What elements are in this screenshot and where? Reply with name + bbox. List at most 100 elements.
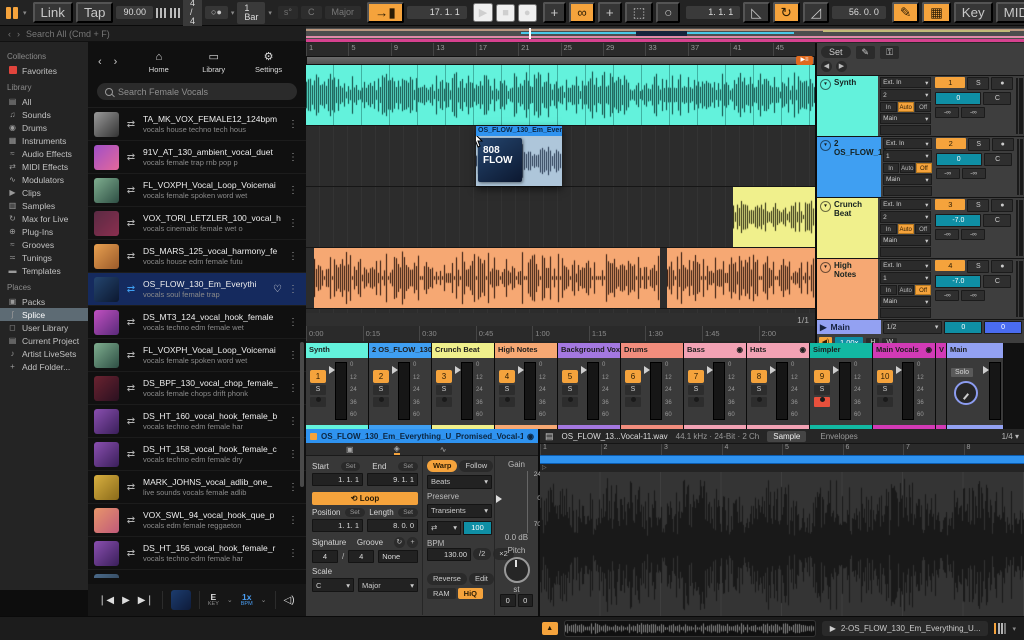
stop-button[interactable]: ■ (496, 4, 515, 22)
volume-icon[interactable]: ◁) (284, 595, 295, 606)
follow-button-clip[interactable]: Follow (459, 460, 493, 472)
splice-tab-settings[interactable]: ⚙Settings (241, 50, 296, 74)
sidebar-places-item[interactable]: ▣ Packs (7, 295, 88, 308)
pitch-fine-value[interactable]: 0 (518, 594, 534, 607)
sample-waveform[interactable] (540, 472, 1024, 618)
output-select[interactable]: Main▾ (880, 113, 931, 124)
sample-loop-brace[interactable] (540, 455, 1024, 464)
set-end-button[interactable]: Set (398, 462, 418, 471)
tab-envelopes[interactable]: Envelopes (814, 431, 863, 442)
warp-mode-select[interactable]: Beats▾ (427, 475, 492, 489)
monitor-in[interactable]: In (880, 224, 896, 234)
track-solo-button[interactable]: S (967, 77, 989, 90)
track-fold-icon[interactable]: ▾ (820, 262, 831, 273)
track-fold-icon[interactable]: ▾ (820, 79, 831, 90)
input-type-select[interactable]: Ext. In▾ (880, 260, 931, 271)
sidebar-library-item[interactable]: ▤ All (7, 95, 88, 108)
splice-tab-library[interactable]: ▭Library (186, 50, 241, 74)
sidebar-library-item[interactable]: ▬ Templates (7, 264, 88, 277)
capture-selection-icon[interactable]: ⬚ (625, 2, 654, 23)
strip-arm-button[interactable] (499, 397, 515, 407)
mixer-strip-name[interactable]: Background Vox (561, 345, 620, 358)
send-b-value[interactable]: -∞ (961, 107, 985, 118)
sample-preview-icon[interactable]: ⇄ (125, 482, 137, 493)
send-a-value[interactable]: -∞ (936, 168, 960, 179)
set-length-button[interactable]: Set (398, 508, 418, 517)
pitch-knob[interactable] (504, 557, 530, 583)
track-pan-value[interactable]: C (984, 153, 1012, 166)
preserve-select[interactable]: Transients▾ (427, 504, 492, 518)
sample-preview-icon[interactable]: ⇄ (125, 416, 137, 427)
groove-add-icon[interactable]: + (407, 537, 418, 548)
output-select[interactable]: Main▾ (883, 174, 932, 185)
loop-start-value[interactable]: 1. 1. 1 (686, 6, 740, 19)
track-number-activator[interactable]: 2 (936, 138, 966, 149)
sidebar-library-item[interactable]: ≈ Audio Effects (7, 147, 88, 160)
strip-activator-number[interactable]: 6 (625, 370, 641, 383)
strip-arm-button[interactable] (814, 397, 830, 407)
main-volume-value[interactable]: 0 (944, 321, 982, 334)
input-channel-select[interactable]: 2▾ (880, 211, 931, 222)
quantize-menu[interactable]: 1 Bar (237, 2, 265, 24)
track-pan-value[interactable]: C (983, 214, 1011, 227)
strip-solo-button[interactable]: S (499, 385, 515, 395)
strip-fold-icon[interactable]: ◉ (736, 345, 743, 358)
strip-volume-fader[interactable] (587, 362, 599, 420)
reverse-button[interactable]: Reverse (427, 573, 467, 585)
sample-menu-icon[interactable]: ⋮ (288, 185, 300, 196)
sample-preview-icon[interactable]: ⇄ (125, 515, 137, 526)
loop-length-value[interactable]: 56. 0. 0 (832, 6, 886, 19)
lane-os-flow[interactable]: OS_FLOW_130_Em_Every 808 FLOW (306, 126, 815, 187)
mixer-strip-name[interactable]: Hats (750, 345, 766, 358)
browser-forward-icon[interactable]: › (17, 29, 20, 39)
sidebar-library-item[interactable]: ≈ Grooves (7, 238, 88, 251)
track-solo-button[interactable]: S (968, 138, 990, 151)
sample-list-item[interactable]: ⇄ OS_FLOW_130_Em_Everythi vocals soul fe… (88, 273, 306, 306)
sidebar-library-item[interactable]: ◉ Drums (7, 121, 88, 134)
mixer-strip-name[interactable]: 2 OS_FLOW_130 (372, 345, 431, 358)
mixer-strip-name[interactable]: Simpler (813, 345, 841, 358)
sample-menu-icon[interactable]: ⋮ (288, 548, 300, 559)
strip-volume-fader[interactable] (713, 362, 725, 420)
send-b-value[interactable]: -∞ (961, 229, 985, 240)
punch-out-icon[interactable]: ◿ (803, 2, 829, 23)
clip-scale-root[interactable]: C▾ (312, 578, 354, 592)
track-name[interactable]: High Notes (834, 261, 875, 279)
grid-zoom-select[interactable]: 1/4 ▾ (1002, 432, 1019, 441)
track-fold-icon[interactable]: ▾ (820, 201, 831, 212)
groove-refresh-icon[interactable]: ↻ (394, 537, 405, 548)
strip-activator-number[interactable]: 5 (562, 370, 578, 383)
send-a-value[interactable]: -∞ (935, 229, 959, 240)
track-fold-icon[interactable]: ▾ (820, 140, 831, 151)
clip-scale-name[interactable]: Major▾ (358, 578, 418, 592)
sample-preview-icon[interactable]: ⇄ (125, 251, 137, 262)
monitor-switch[interactable]: In Auto Off (880, 224, 931, 234)
monitor-auto[interactable]: Auto (898, 224, 914, 234)
transient-loop-mode[interactable]: ⇄▾ (427, 521, 461, 535)
track-pan-value[interactable]: C (983, 92, 1011, 105)
splice-forward-icon[interactable]: › (114, 56, 118, 68)
monitor-in[interactable]: In (880, 285, 896, 295)
groove-value[interactable]: None (378, 550, 418, 563)
main-output-select[interactable]: 1/2▾ (883, 321, 943, 334)
sidebar-places-item[interactable]: ʃ Splice (0, 308, 88, 321)
sidebar-library-item[interactable]: ≍ Tunings (7, 251, 88, 264)
sample-list-item[interactable]: ⇄ TA_MK_VOX_FEMALE12_124bpm vocals house… (88, 108, 306, 141)
favorite-heart-icon[interactable]: ♡ (273, 284, 282, 295)
send-b-value[interactable]: -∞ (961, 290, 985, 301)
strip-activator-number[interactable]: 7 (688, 370, 704, 383)
strip-activator-number[interactable]: 3 (436, 370, 452, 383)
set-start-button[interactable]: Set (341, 462, 361, 471)
arrangement-position[interactable]: 17. 1. 1 (407, 6, 467, 19)
track-name[interactable]: Crunch Beat (834, 200, 875, 218)
monitor-auto[interactable]: Auto (898, 102, 914, 112)
computer-midi-keyboard-icon[interactable]: ▦ (922, 2, 951, 23)
monitor-off[interactable]: Off (915, 285, 931, 295)
pencil-icon[interactable]: ✎ (856, 46, 876, 59)
send-a-value[interactable]: -∞ (935, 290, 959, 301)
browser-search-placeholder[interactable]: Search All (Cmd + F) (26, 29, 110, 39)
mixer-strip[interactable]: Main Vocals ◉ 10 S 01224 3660 (873, 343, 936, 429)
sample-menu-icon[interactable]: ⋮ (288, 284, 300, 295)
monitor-off[interactable]: Off (915, 102, 931, 112)
main-track-header[interactable]: ▶ Main 1/2▾ 0 0 (817, 319, 1024, 334)
